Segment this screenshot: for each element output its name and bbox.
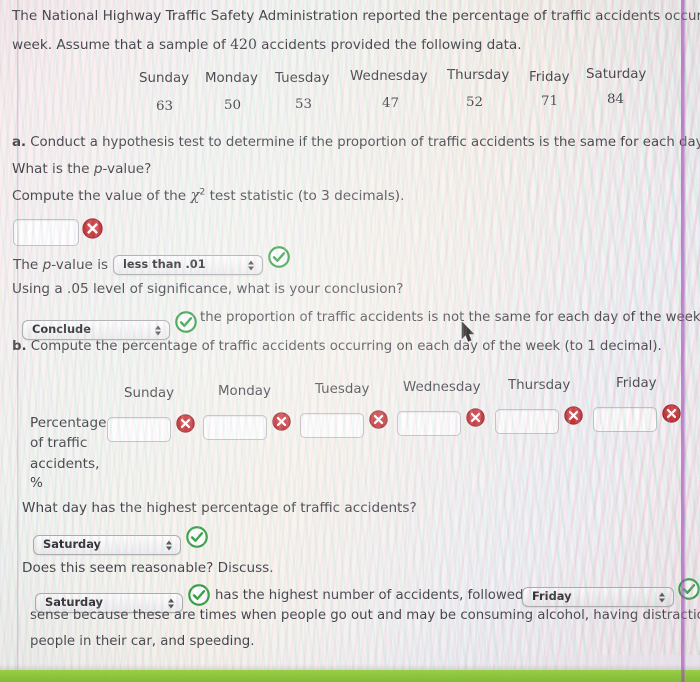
correct-check-icon	[175, 311, 197, 333]
screen-right-edge-artifact	[681, 0, 686, 682]
highest-day-select[interactable]: Saturday	[33, 535, 181, 555]
conclusion-text: the proportion of traffic accidents is n…	[200, 310, 700, 325]
select-stepper-arrows-icon[interactable]	[659, 591, 666, 604]
data-count-monday: 50	[224, 98, 242, 113]
part-b-header-tuesday: Tuesday	[315, 382, 370, 397]
data-header-thursday: Thursday	[447, 68, 510, 83]
data-header-sunday: Sunday	[139, 71, 190, 86]
incorrect-x-icon	[369, 410, 388, 429]
part-b-header-wednesday: Wednesday	[403, 380, 481, 395]
reason-second-day-select-value: Friday	[532, 589, 572, 604]
pvalue-select-label: The p-value is	[13, 257, 109, 273]
conclusion-select[interactable]: Conclude	[22, 320, 170, 340]
incorrect-x-icon	[564, 406, 583, 425]
chi-prompt-pre: Compute the value of the	[12, 188, 191, 204]
reason-day-select-value: Saturday	[45, 595, 103, 610]
intro-line-2-post: accidents provided the following data.	[256, 37, 522, 53]
chi-square-input[interactable]	[13, 219, 79, 246]
incorrect-x-icon	[82, 218, 103, 239]
percentage-input-monday[interactable]	[203, 415, 267, 440]
select-stepper-arrows-icon[interactable]	[166, 539, 173, 552]
reason-second-day-select[interactable]: Friday	[522, 587, 674, 607]
reasonable-question: Does this seem reasonable? Discuss.	[22, 560, 274, 576]
pvalue-label-post: -value is	[51, 257, 109, 273]
significance-question: Using a .05 level of significance, what …	[12, 281, 404, 297]
percentage-input-sunday[interactable]	[107, 417, 171, 442]
pvalue-question: What is the p-value?	[12, 161, 152, 177]
correct-check-icon	[186, 526, 208, 548]
incorrect-x-icon	[466, 408, 485, 427]
incorrect-x-icon	[176, 414, 195, 433]
incorrect-x-icon	[272, 412, 291, 431]
percentage-input-tuesday[interactable]	[300, 413, 364, 438]
pvalue-label-italic: p	[42, 257, 52, 273]
incorrect-x-icon	[662, 404, 681, 423]
part-a-label: a.	[12, 135, 27, 150]
chi-symbol: χ	[190, 186, 200, 204]
part-b-prompt: b. Compute the percentage of traffic acc…	[12, 340, 662, 353]
homework-problem-content: The National Highway Traffic Safety Admi…	[0, 0, 700, 682]
highest-day-select-value: Saturday	[43, 537, 101, 552]
part-b-row-label-line-1: Percentage	[30, 415, 107, 431]
chi-square-prompt: Compute the value of the χ2 test statist…	[12, 188, 404, 204]
data-header-wednesday: Wednesday	[350, 69, 428, 84]
highest-percentage-question: What day has the highest percentage of t…	[22, 500, 417, 516]
part-b-header-sunday: Sunday	[124, 386, 175, 401]
percentage-input-friday[interactable]	[593, 407, 657, 432]
data-count-thursday: 52	[466, 95, 484, 110]
intro-line-2-pre: week. Assume that a sample of	[12, 37, 231, 53]
chi-prompt-post: test statistic (to 3 decimals).	[205, 188, 405, 204]
conclusion-select-value: Conclude	[32, 322, 91, 337]
data-count-sunday: 63	[156, 99, 174, 114]
correct-check-icon	[268, 246, 290, 268]
sample-size-value: 420	[230, 37, 257, 53]
part-b-label: b.	[12, 339, 27, 354]
part-a-prompt: a. Conduct a hypothesis test to determin…	[12, 136, 700, 149]
reason-line-3: people in their car, and speeding.	[30, 634, 255, 649]
intro-line-2: week. Assume that a sample of 420 accide…	[12, 38, 522, 53]
percentage-input-wednesday[interactable]	[397, 411, 461, 436]
data-count-friday: 71	[541, 94, 559, 109]
intro-line-1: The National Highway Traffic Safety Admi…	[12, 8, 700, 24]
screen-bottom-green-band	[0, 670, 700, 682]
part-b-row-label-line-4: %	[30, 475, 43, 491]
part-b-row-label-line-2: of traffic	[30, 435, 88, 451]
part-b-prompt-text: Compute the percentage of traffic accide…	[26, 339, 662, 354]
data-count-tuesday: 53	[295, 97, 313, 112]
data-count-saturday: 84	[607, 92, 625, 107]
correct-check-icon	[188, 584, 210, 606]
pvalue-select[interactable]: less than .01	[113, 255, 263, 275]
data-header-monday: Monday	[205, 71, 258, 86]
reason-text-mid: has the highest number of accidents, fol…	[215, 588, 544, 603]
page-left-edge-line	[17, 0, 19, 682]
percentage-input-thursday[interactable]	[495, 409, 559, 434]
data-header-tuesday: Tuesday	[275, 71, 330, 86]
part-b-header-monday: Monday	[218, 384, 271, 399]
part-b-header-thursday: Thursday	[508, 378, 571, 393]
part-b-header-friday: Friday	[616, 376, 657, 391]
data-count-wednesday: 47	[382, 96, 400, 111]
reason-line-2: sense because these are times when peopl…	[30, 608, 700, 623]
photographed-screen-page: The National Highway Traffic Safety Admi…	[0, 0, 700, 682]
data-header-friday: Friday	[529, 70, 570, 85]
data-header-saturday: Saturday	[586, 67, 647, 82]
part-a-prompt-text: Conduct a hypothesis test to determine i…	[26, 135, 700, 150]
pvalue-select-value: less than .01	[123, 257, 206, 272]
part-b-row-label-line-3: accidents,	[30, 456, 100, 472]
select-stepper-arrows-icon[interactable]	[248, 259, 255, 272]
select-stepper-arrows-icon[interactable]	[155, 324, 162, 337]
